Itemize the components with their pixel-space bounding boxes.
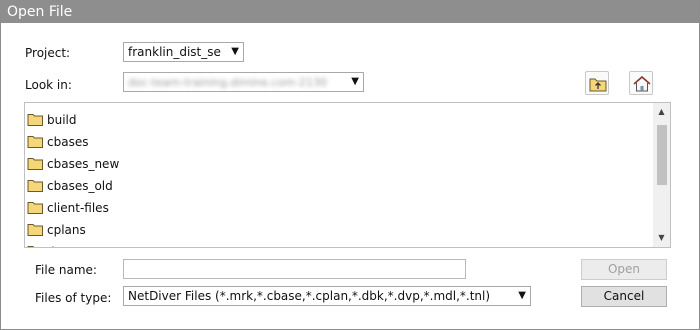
- list-item[interactable]: build: [25, 109, 77, 131]
- home-button[interactable]: [629, 71, 653, 95]
- project-label: Project:: [25, 46, 71, 60]
- cancel-button[interactable]: Cancel: [581, 286, 667, 307]
- list-item-label: cbases_old: [47, 179, 113, 193]
- list-item[interactable]: data: [25, 241, 74, 247]
- project-select[interactable]: franklin_dist_se ▼: [123, 42, 244, 62]
- list-item-label: build: [47, 113, 77, 127]
- file-name-label: File name:: [35, 263, 97, 277]
- chevron-down-icon: ▼: [351, 76, 359, 87]
- vertical-scrollbar[interactable]: ▲ ▼: [653, 103, 670, 247]
- folder-icon: [27, 224, 43, 236]
- open-button[interactable]: Open: [581, 259, 667, 280]
- folder-icon: [27, 246, 35, 247]
- look-in-label: Look in:: [25, 78, 72, 92]
- file-type-select[interactable]: NetDiver Files (*.mrk,*.cbase,*.cplan,*.…: [123, 286, 531, 306]
- up-folder-icon: [589, 78, 607, 92]
- chevron-down-icon: ▼: [518, 290, 526, 301]
- list-item[interactable]: client-files: [25, 197, 109, 219]
- home-icon: [633, 75, 651, 92]
- list-item-label: cplans: [47, 223, 86, 237]
- file-name-input[interactable]: [123, 259, 466, 279]
- project-value: franklin_dist_se: [128, 45, 221, 59]
- list-item[interactable]: cbases_new: [25, 153, 119, 175]
- list-item[interactable]: cbases_old: [25, 175, 113, 197]
- file-type-label: Files of type:: [35, 291, 112, 305]
- up-folder-button[interactable]: [585, 71, 609, 95]
- scroll-down-icon[interactable]: ▼: [653, 231, 670, 245]
- open-file-dialog: Open File Project: franklin_dist_se ▼ Lo…: [0, 0, 700, 330]
- list-item-label: cbases_new: [47, 157, 120, 171]
- dialog-title: Open File: [1, 1, 699, 23]
- folder-icon: [27, 114, 43, 126]
- look-in-select[interactable]: doc-team-training.dimine.com-2130 ▼: [123, 72, 364, 92]
- scroll-up-icon[interactable]: ▲: [653, 105, 670, 119]
- folder-icon: [27, 136, 43, 148]
- scrollbar-thumb[interactable]: [657, 125, 667, 185]
- list-item[interactable]: cplans: [25, 219, 86, 241]
- folder-icon: [27, 158, 43, 170]
- list-item-label: data: [47, 245, 74, 247]
- look-in-value: doc-team-training.dimine.com-2130: [128, 76, 327, 89]
- chevron-down-icon: ▼: [231, 46, 239, 57]
- folder-icon: [27, 202, 43, 214]
- file-type-value: NetDiver Files (*.mrk,*.cbase,*.cplan,*.…: [128, 289, 491, 303]
- folder-icon: [27, 180, 43, 192]
- list-item[interactable]: cbases: [25, 131, 88, 153]
- file-list[interactable]: build cbases cbases_new cbases_old client-fi…: [24, 102, 671, 248]
- list-item-label: cbases: [47, 135, 89, 149]
- list-item-label: client-files: [47, 201, 109, 215]
